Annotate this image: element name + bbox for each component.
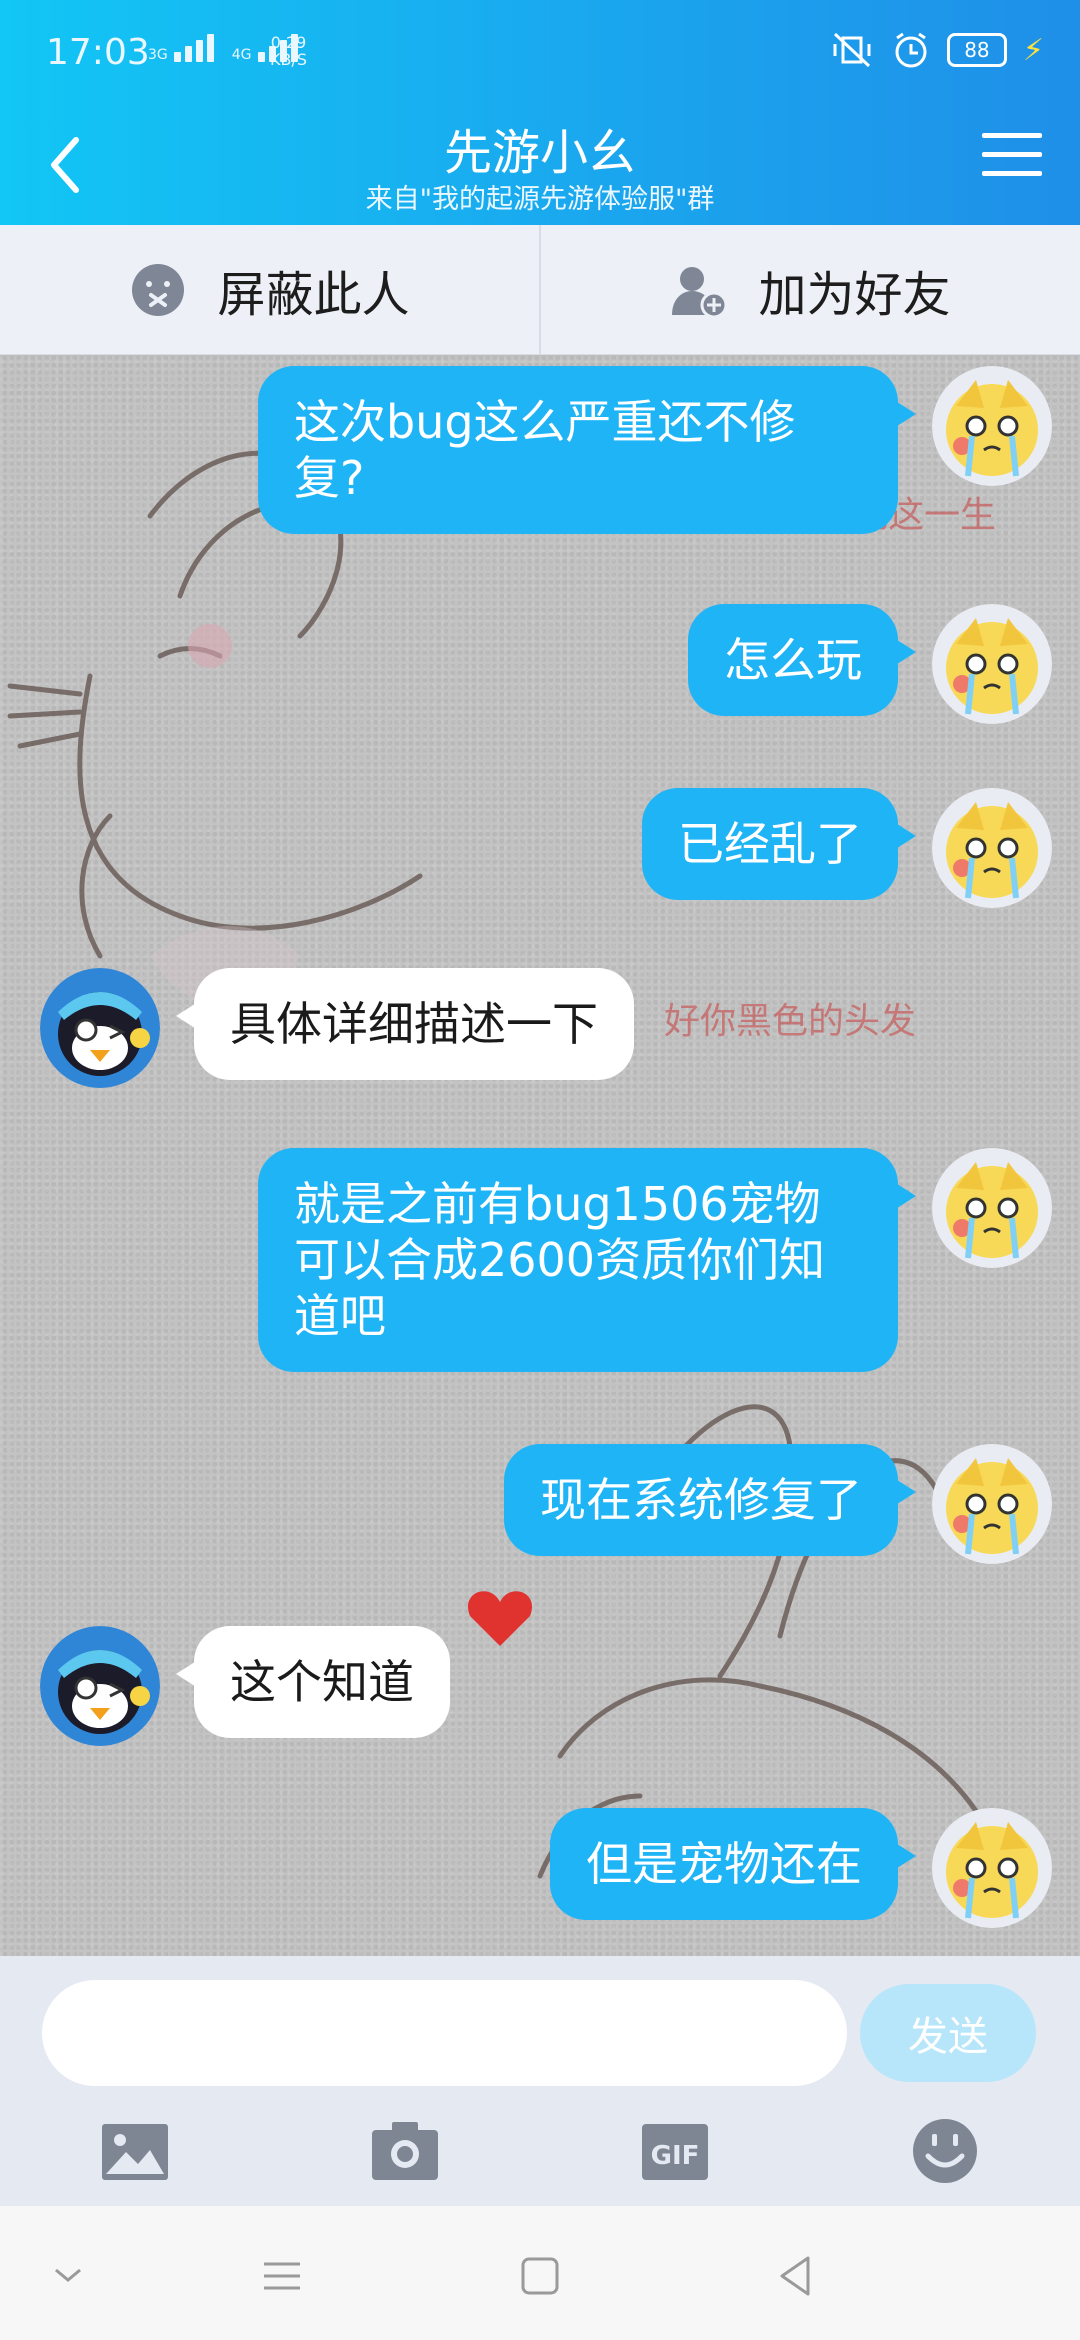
block-icon (132, 263, 185, 316)
self-avatar[interactable] (932, 1808, 1052, 1928)
chat-title: 先游小幺 (443, 125, 636, 181)
sim2-tag: 4G (231, 47, 252, 63)
chat-message: 已经乱了 (642, 788, 1052, 908)
input-bar: 发送 GIF (0, 1956, 1080, 2206)
self-avatar[interactable] (932, 604, 1052, 724)
chat-message: 怎么玩 (688, 604, 1052, 724)
image-icon[interactable] (100, 2116, 170, 2186)
self-avatar[interactable] (932, 366, 1052, 486)
self-avatar[interactable] (932, 1148, 1052, 1268)
message-bubble[interactable]: 这个知道 (176, 1626, 450, 1738)
camera-icon[interactable] (370, 2116, 440, 2186)
chat-message: 这个知道 (40, 1626, 450, 1746)
sim1-signal-icon: 3G (148, 34, 214, 62)
self-avatar[interactable] (932, 788, 1052, 908)
chat-message: 但是宠物还在 (550, 1808, 1052, 1928)
nav-menu-icon[interactable] (252, 2246, 312, 2306)
mute-vibrate-icon (833, 32, 871, 68)
nav-home-icon[interactable] (510, 2246, 570, 2306)
chat-messages[interactable]: 醉来后能配的天醉过完这一生 好你黑色的头发 这次bug这么严重还不修复? 怎么玩 (0, 356, 1080, 1956)
status-bar: 17:03 3G 4G 0.29 KB/S 88 ⚡ (0, 0, 1080, 110)
battery-indicator: 88 (946, 33, 1007, 67)
speed-value: 0.29 (270, 33, 307, 52)
self-avatar[interactable] (932, 1444, 1052, 1564)
top-bar: 17:03 3G 4G 0.29 KB/S 88 ⚡ 先游小幺 来自"我的起源先… (0, 0, 1080, 225)
sender-avatar[interactable] (40, 968, 160, 1088)
menu-icon[interactable] (982, 133, 1042, 193)
system-nav-bar (0, 2206, 1080, 2340)
action-row: 屏蔽此人 加为好友 (0, 225, 1080, 355)
gif-icon-label: GIF (651, 2141, 700, 2171)
network-speed: 0.29 KB/S (270, 34, 307, 68)
message-bubble[interactable]: 已经乱了 (642, 788, 916, 900)
charging-icon: ⚡ (1022, 32, 1044, 68)
chat-message: 这次bug这么严重还不修复? (258, 366, 1052, 534)
sim1-tag: 3G (148, 47, 168, 63)
message-bubble[interactable]: 这次bug这么严重还不修复? (258, 366, 916, 534)
sender-avatar[interactable] (40, 1626, 160, 1746)
background-text-2: 好你黑色的头发 (664, 1001, 917, 1042)
gif-icon[interactable]: GIF (640, 2116, 710, 2186)
chat-message: 具体详细描述一下 (40, 968, 634, 1088)
nav-hide-chevron-icon[interactable] (38, 2246, 98, 2306)
message-bubble[interactable]: 但是宠物还在 (550, 1808, 916, 1920)
message-bubble[interactable]: 现在系统修复了 (504, 1444, 916, 1556)
block-user-button[interactable]: 屏蔽此人 (0, 225, 539, 354)
message-input[interactable] (42, 1980, 847, 2086)
speed-unit: KB/S (270, 50, 308, 69)
send-button[interactable]: 发送 (860, 1984, 1036, 2082)
input-toolbar: GIF (0, 2116, 1080, 2196)
chat-header: 先游小幺 来自"我的起源先游体验服"群 (0, 105, 1080, 225)
add-friend-icon (672, 266, 728, 318)
chat-message: 现在系统修复了 (504, 1444, 1052, 1564)
message-bubble[interactable]: 怎么玩 (688, 604, 916, 716)
status-right: 88 ⚡ (829, 30, 1044, 70)
alarm-icon (895, 32, 927, 68)
message-bubble[interactable]: 具体详细描述一下 (176, 968, 634, 1080)
add-friend-label: 加为好友 (758, 266, 951, 323)
chat-subtitle: 来自"我的起源先游体验服"群 (365, 184, 715, 215)
nav-back-icon[interactable] (766, 2246, 826, 2306)
message-bubble[interactable]: 就是之前有bug1506宠物可以合成2600资质你们知道吧 (258, 1148, 916, 1372)
add-friend-button[interactable]: 加为好友 (541, 225, 1080, 354)
chat-message: 就是之前有bug1506宠物可以合成2600资质你们知道吧 (258, 1148, 1052, 1372)
emoji-icon[interactable] (910, 2116, 980, 2186)
status-time: 17:03 (46, 32, 150, 73)
block-user-label: 屏蔽此人 (217, 266, 410, 323)
